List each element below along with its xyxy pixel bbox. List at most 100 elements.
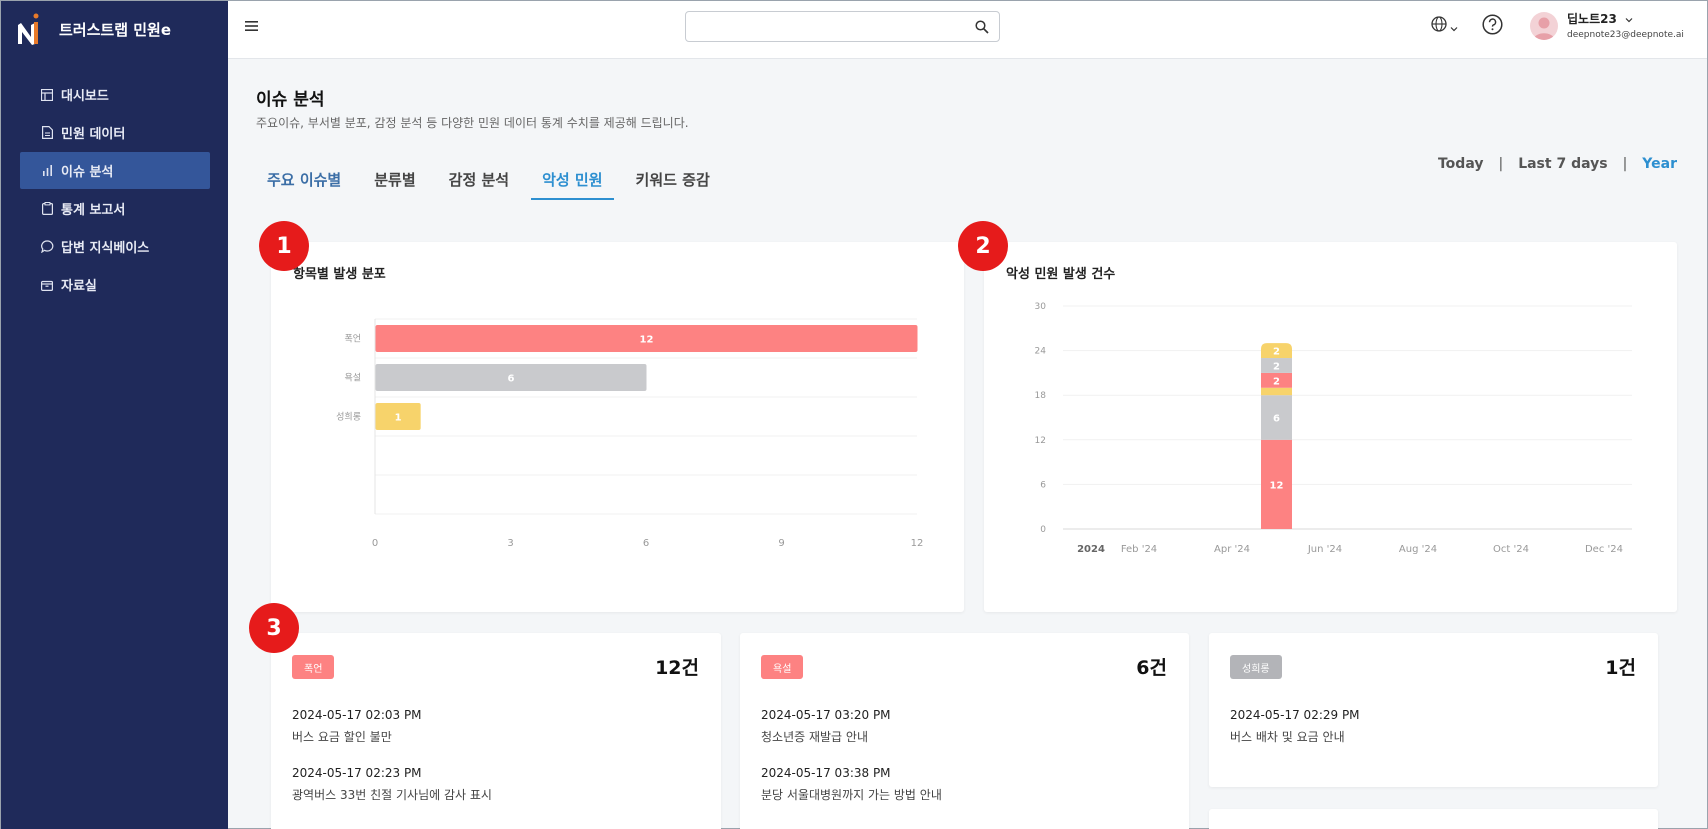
avatar[interactable] [1530, 12, 1558, 40]
x-tick-label: Oct '24 [1493, 544, 1529, 555]
tab-by-category[interactable]: 분류별 [363, 159, 426, 200]
data-label: 2 [1273, 376, 1280, 387]
document-icon [40, 126, 54, 140]
tab-bar: 주요 이슈별 분류별 감정 분석 악성 민원 키워드 증감 [256, 159, 732, 200]
tab-main-issues[interactable]: 주요 이슈별 [256, 159, 352, 200]
x-tick-label: 9 [778, 538, 784, 549]
bar-segment [1261, 387, 1292, 396]
sidebar-item-label: 민원 데이터 [61, 127, 126, 142]
search-input[interactable] [685, 11, 1000, 42]
category-card-harassment[interactable]: 성희롱 1건 2024-05-17 02:29 PM 버스 배차 및 요금 안내 [1209, 633, 1658, 787]
range-year[interactable]: Year [1642, 156, 1677, 172]
data-label: 2 [1273, 361, 1280, 372]
entry-time: 2024-05-17 03:38 PM [761, 766, 891, 780]
chevron-down-icon [1450, 17, 1458, 36]
category-count: 1건 [1605, 657, 1636, 679]
range-separator: | [1622, 156, 1628, 172]
sidebar-item-label: 이슈 분석 [61, 165, 114, 180]
annotation-marker-3: 3 [249, 603, 299, 653]
bar-chart-icon [40, 164, 54, 178]
entry-title[interactable]: 버스 배차 및 요금 안내 [1230, 728, 1345, 745]
sidebar-nav: 대시보드 민원 데이터 이슈 분석 통계 보고서 답변 지식베이스 자료실 [20, 76, 210, 304]
annotation-marker-1: 1 [259, 221, 309, 271]
page-description: 주요이슈, 부서별 분포, 감정 분석 등 다양한 민원 데이터 통계 수치를 … [256, 116, 689, 130]
sidebar-item-complaint-data[interactable]: 민원 데이터 [20, 114, 210, 151]
tab-keyword-trend[interactable]: 키워드 증감 [625, 159, 721, 200]
annotation-marker-2: 2 [958, 221, 1008, 271]
y-tick-label: 0 [1040, 525, 1046, 535]
date-range-selector: Today | Last 7 days | Year [1438, 156, 1677, 172]
category-badge: 성희롱 [1230, 655, 1282, 679]
top-bar: 딥노트23 deepnote23@deepnote.ai [228, 1, 1707, 59]
data-label: 1 [395, 413, 402, 424]
y-tick-label: 24 [1035, 347, 1047, 357]
y-tick-label: 18 [1035, 391, 1047, 401]
dashboard-icon [40, 88, 54, 102]
clipboard-icon [40, 202, 54, 216]
sidebar-item-issue-analysis[interactable]: 이슈 분석 [20, 152, 210, 189]
hamburger-menu-icon[interactable] [245, 17, 259, 31]
chevron-down-icon [1625, 12, 1633, 26]
category-card-profanity[interactable]: 욕설 6건 2024-05-17 03:20 PM 청소년증 재발급 안내 20… [740, 633, 1189, 829]
language-selector[interactable] [1431, 16, 1458, 36]
sidebar-item-label: 통계 보고서 [61, 203, 126, 218]
sidebar-item-label: 대시보드 [61, 89, 109, 104]
distribution-chart-card: 항목별 발생 분포 12 폭언 6 욕설 1 성희롱 0 3 6 9 12 [271, 242, 964, 612]
app-name: 트러스트랩 민원e [59, 20, 171, 39]
logo-icon [15, 11, 45, 47]
y-tick-label: 30 [1035, 302, 1047, 312]
entry-time: 2024-05-17 02:29 PM [1230, 708, 1360, 722]
category-badge: 폭언 [292, 655, 335, 679]
y-tick-label: 12 [1035, 436, 1046, 446]
entry-time: 2024-05-17 02:23 PM [292, 766, 422, 780]
globe-icon [1431, 16, 1447, 36]
app-logo[interactable]: 트러스트랩 민원e [15, 11, 171, 47]
tab-sentiment[interactable]: 감정 분석 [438, 159, 520, 200]
category-label: 욕설 [344, 373, 361, 384]
category-count: 12건 [655, 657, 699, 679]
entry-title[interactable]: 버스 요금 할인 불만 [292, 728, 392, 745]
x-tick-label: 12 [911, 538, 924, 549]
x-tick-label: Apr '24 [1214, 544, 1250, 555]
category-label: 폭언 [344, 333, 361, 345]
entry-title[interactable]: 분당 서울대병원까지 가는 방법 안내 [761, 786, 942, 803]
range-separator: | [1498, 156, 1504, 172]
sidebar-item-label: 답변 지식베이스 [61, 241, 150, 256]
monthly-count-chart-card: 악성 민원 발생 건수 0 6 12 18 24 30 2024 Feb '24 Apr '24… [984, 242, 1677, 612]
x-tick-label: 0 [372, 538, 378, 549]
entry-title[interactable]: 광역버스 33번 친절 기사님에 감사 표시 [292, 786, 492, 803]
data-label: 6 [1273, 414, 1280, 425]
sidebar-item-knowledge-base[interactable]: 답변 지식베이스 [20, 228, 210, 265]
data-label: 2 [1273, 347, 1280, 358]
sidebar-item-dashboard[interactable]: 대시보드 [20, 76, 210, 113]
distribution-chart: 12 폭언 6 욕설 1 성희롱 0 3 6 9 12 [336, 318, 924, 549]
sidebar-item-archive[interactable]: 자료실 [20, 266, 210, 303]
y-tick-label: 6 [1040, 480, 1046, 490]
chat-icon [40, 240, 54, 254]
x-tick-label: Dec '24 [1585, 544, 1623, 555]
x-tick-label: 3 [507, 538, 513, 549]
category-badge: 욕설 [761, 655, 804, 679]
x-tick-label: 2024 [1077, 544, 1105, 555]
user-name[interactable]: 딥노트23 [1567, 10, 1633, 27]
archive-icon [40, 278, 54, 292]
range-today[interactable]: Today [1438, 156, 1483, 172]
sidebar-item-statistics-report[interactable]: 통계 보고서 [20, 190, 210, 227]
data-label: 12 [640, 335, 654, 346]
entry-time: 2024-05-17 02:03 PM [292, 708, 422, 722]
help-icon[interactable] [1482, 14, 1503, 39]
category-count: 6건 [1136, 657, 1167, 679]
category-card-abuse[interactable]: 폭언 12건 2024-05-17 02:03 PM 버스 요금 할인 불만 2… [271, 633, 721, 829]
entry-title[interactable]: 청소년증 재발급 안내 [761, 728, 868, 745]
x-tick-label: Jun '24 [1307, 544, 1342, 555]
x-tick-label: Aug '24 [1399, 544, 1437, 555]
search-icon[interactable] [975, 19, 989, 38]
entry-time: 2024-05-17 03:20 PM [761, 708, 891, 722]
category-card-more [1209, 809, 1658, 829]
x-tick-label: Feb '24 [1121, 544, 1157, 555]
category-label: 성희롱 [336, 411, 361, 423]
page-title: 이슈 분석 [256, 90, 325, 110]
range-last-7-days[interactable]: Last 7 days [1518, 156, 1607, 172]
user-email: deepnote23@deepnote.ai [1567, 30, 1684, 40]
tab-malicious-complaints[interactable]: 악성 민원 [531, 159, 614, 200]
